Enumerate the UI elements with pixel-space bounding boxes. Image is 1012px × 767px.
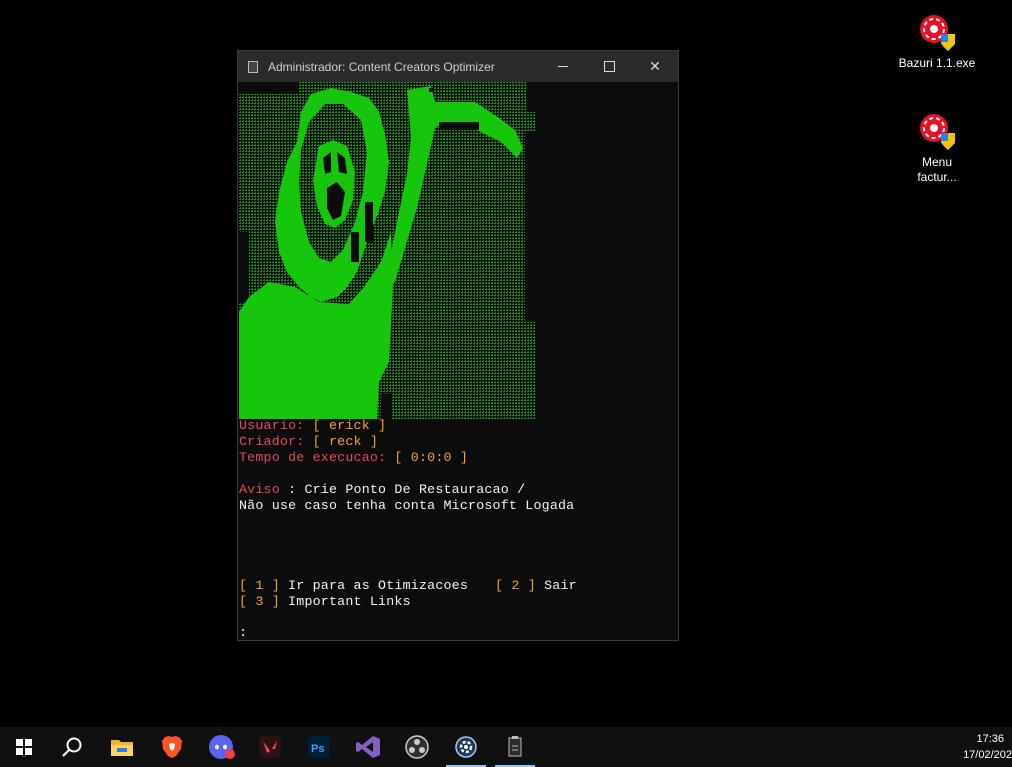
menu-key-2: [ 2 ] [495,578,536,593]
menu-label-3: Important Links [279,594,411,609]
console-icon [248,60,258,73]
aviso-line-2: Não use caso tenha conta Microsoft Logad… [239,498,575,513]
menu-key-1: [ 1 ] [239,578,280,593]
setup-shield-icon [917,12,957,52]
criador-value: [ reck ] [312,434,379,449]
taskbar-photoshop[interactable]: Ps [295,727,343,767]
desktop-icon-bazuri[interactable]: Bazuri 1.1.exe [897,12,977,71]
windows-start-icon [16,739,32,755]
usuario-label: Usuario: [239,418,313,433]
taskbar-file-explorer[interactable] [98,727,146,767]
criador-line: Criador: [ reck ] [239,434,378,450]
clock-time: 17:36 [976,733,1004,745]
taskbar-brave[interactable] [148,727,196,767]
setup-shield-icon [917,111,957,151]
menu-option-1: [ 1 ] Ir para as Otimizacoes [239,578,468,594]
search-icon [62,737,82,757]
maximize-button[interactable] [586,51,632,82]
criador-label: Criador: [239,434,313,449]
minimize-button[interactable] [540,51,586,82]
console-content[interactable]: Usuario: [ erick ] Criador: [ reck ] Tem… [239,82,678,640]
usuario-line: Usuario: [ erick ] [239,418,386,434]
aviso-label: Aviso [239,482,280,497]
taskbar-console[interactable] [491,727,539,767]
ascii-art-ghostface [239,82,539,419]
close-icon: ✕ [649,58,661,74]
settings-gear-icon [455,736,477,758]
valorant-icon [259,736,281,758]
taskbar: Ps 17:36 17/02/202 [0,727,1012,767]
tempo-label: Tempo de execucao: [239,450,395,465]
minimize-icon [558,66,568,67]
clock-date: 17/02/202 [963,749,1012,761]
taskbar-visual-studio[interactable] [344,727,392,767]
visual-studio-icon [356,736,380,758]
menu-option-3: [ 3 ] Important Links [239,594,411,610]
tempo-value: [ 0:0:0 ] [394,450,469,465]
console-window[interactable]: Administrador: Content Creators Optimize… [237,50,679,641]
taskbar-discord[interactable] [198,727,246,767]
menu-label-2: Sair [535,578,577,593]
desktop-icon-label: Bazuri 1.1.exe [898,56,976,70]
window-titlebar[interactable]: Administrador: Content Creators Optimize… [238,51,678,82]
aviso-line: Aviso : Crie Ponto De Restauracao / [239,482,525,498]
taskbar-valorant[interactable] [246,727,294,767]
usuario-value: [ erick ] [312,418,387,433]
maximize-icon [603,61,615,72]
obs-studio-icon [405,735,429,759]
taskbar-settings[interactable] [442,727,490,767]
system-clock[interactable]: 17:36 17/02/202 [952,731,1012,763]
input-prompt[interactable]: : [239,625,247,641]
tempo-line: Tempo de execucao: [ 0:0:0 ] [239,450,468,466]
window-title: Administrador: Content Creators Optimize… [268,59,495,74]
aviso-text: : Crie Ponto De Restauracao / [279,482,526,497]
desktop-icon-menu-factur[interactable]: Menu factur... [897,111,977,185]
taskbar-obs[interactable] [393,727,441,767]
svg-text:Ps: Ps [311,743,324,755]
search-button[interactable] [48,727,96,767]
file-explorer-icon [111,740,133,756]
menu-key-3: [ 3 ] [239,594,280,609]
console-icon [508,736,522,757]
brave-browser-icon [162,736,182,758]
photoshop-icon: Ps [308,736,330,758]
discord-icon [209,735,235,759]
start-button[interactable] [0,727,48,767]
desktop-icon-label: Menu factur... [917,155,957,184]
menu-option-2: [ 2 ] Sair [495,578,577,594]
close-button[interactable]: ✕ [632,51,678,82]
menu-label-1: Ir para as Otimizacoes [279,578,469,593]
